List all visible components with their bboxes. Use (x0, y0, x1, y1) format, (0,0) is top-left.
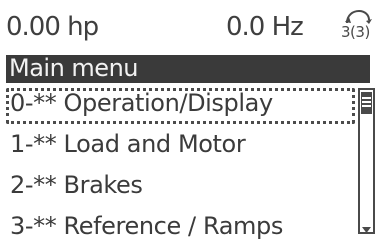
setup-indicator: 3(3) (338, 8, 378, 44)
menu-scrollbar[interactable] (358, 88, 375, 234)
menu-item-label: 2-** Brakes (10, 171, 143, 199)
scroll-down-arrow-icon[interactable] (361, 220, 372, 233)
menu-title: Main menu (9, 55, 139, 82)
menu-item-brakes[interactable]: 2-** Brakes (6, 170, 355, 206)
menu-title-bar: Main menu (6, 55, 370, 83)
menu-list: 0-** Operation/Display 1-** Load and Mot… (6, 88, 358, 246)
menu-item-label: 0-** Operation/Display (10, 89, 273, 117)
menu-item-label: 1-** Load and Motor (10, 130, 246, 158)
menu-item-reference-ramps[interactable]: 3-** Reference / Ramps (6, 211, 355, 247)
scroll-thumb[interactable] (361, 92, 372, 114)
menu-item-operation-display[interactable]: 0-** Operation/Display (6, 88, 355, 124)
lcp-display: 0.00 hp 0.0 Hz 3(3) Main menu 0-** Opera… (0, 0, 378, 250)
status-frequency: 0.0 Hz (226, 12, 304, 42)
menu-item-load-and-motor[interactable]: 1-** Load and Motor (6, 129, 355, 165)
menu-item-label: 3-** Reference / Ramps (10, 212, 283, 240)
status-bar: 0.00 hp 0.0 Hz 3(3) (0, 8, 378, 48)
status-power: 0.00 hp (6, 12, 99, 42)
setup-number: 3(3) (341, 23, 370, 41)
